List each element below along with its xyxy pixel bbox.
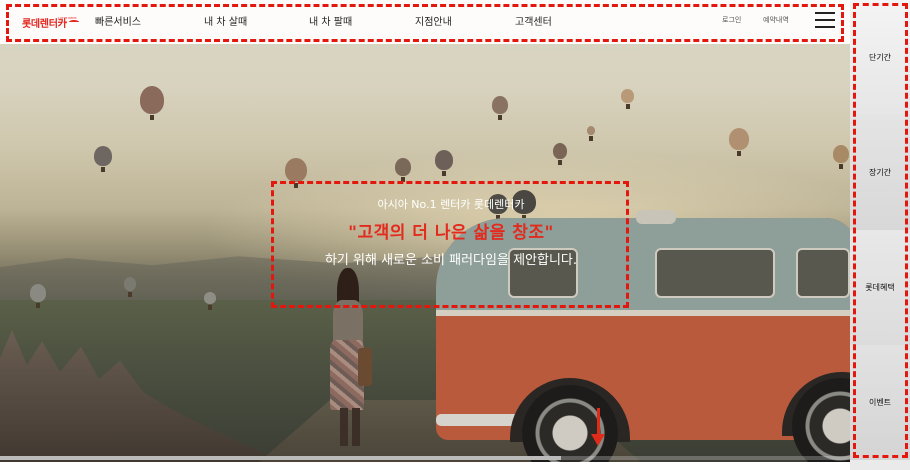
sidebar-tile-label: 이벤트 [868,398,892,407]
sidebar-tile-label: 단기간 [868,53,892,62]
van-stripe [436,310,850,316]
van-window [655,248,775,298]
hot-air-balloon [395,158,411,182]
sidebar-tile-events[interactable]: 이벤트 [850,345,910,460]
van-roof-vent [636,210,676,224]
arrow-down-icon[interactable] [591,408,605,448]
hot-air-balloon [285,158,307,188]
quick-menu-sidebar: 단기간 장기간 롯데혜택 이벤트 [850,0,910,470]
nav-branch-info[interactable]: 지점안내 [415,13,452,28]
hot-air-balloon [435,150,453,176]
hot-air-balloon [124,277,136,297]
hero-copy: 아시아 No.1 렌터카 롯데렌터카 "고객의 더 나은 삶을 창조" 하기 위… [271,196,631,268]
hero-headline: "고객의 더 나은 삶을 창조" [348,223,554,243]
reservations-link[interactable]: 예약내역 [763,15,789,25]
scroll-progress-fill [0,456,561,460]
hot-air-balloon [621,89,634,109]
nav-quick-service[interactable]: 빠른서비스 [95,13,141,28]
top-navigation-bar: LOTTE RENT-A-CAR 롯데렌터카 빠른서비스 내 차 살때 내 차 … [0,0,850,44]
logo-tagline: LOTTE RENT-A-CAR [58,16,78,24]
login-link[interactable]: 로그인 [722,15,741,25]
hamburger-menu-icon[interactable] [815,12,835,28]
hot-air-balloon [553,143,567,165]
hot-air-balloon [587,126,595,141]
sidebar-tile-label: 장기간 [868,168,892,177]
hot-air-balloon [729,128,749,156]
sidebar-tile-long-term[interactable]: 장기간 [850,115,910,230]
menu-bar [815,12,835,14]
hero-subtitle: 아시아 No.1 렌터카 롯데렌터카 [377,198,525,211]
sidebar-tile-lotte-benefits[interactable]: 롯데혜택 [850,230,910,345]
scroll-progress-track [0,456,850,460]
hot-air-balloon [833,145,849,169]
lotte-rentacar-logo[interactable]: LOTTE RENT-A-CAR 롯데렌터카 [22,12,79,32]
woman-legs [340,408,360,446]
hot-air-balloon [492,96,508,120]
hot-air-balloon [140,86,164,120]
nav-sell-car[interactable]: 내 차 팔때 [309,13,352,28]
sidebar-tile-label: 롯데혜택 [865,283,895,292]
van-window [796,248,850,298]
arrow-head [591,434,605,446]
hot-air-balloon [204,292,216,310]
hot-air-balloon [30,284,46,308]
menu-bar [815,26,835,28]
hero-description: 하기 위해 새로운 소비 패러다임을 제안합니다. [324,253,578,268]
sidebar-tile-short-term[interactable]: 단기간 [850,0,910,115]
hot-air-balloon [94,146,112,172]
woman-bag [358,348,372,386]
nav-buy-car[interactable]: 내 차 살때 [204,13,247,28]
menu-bar [815,19,835,21]
nav-customer-center[interactable]: 고객센터 [515,13,552,28]
arrow-shaft [597,408,600,436]
